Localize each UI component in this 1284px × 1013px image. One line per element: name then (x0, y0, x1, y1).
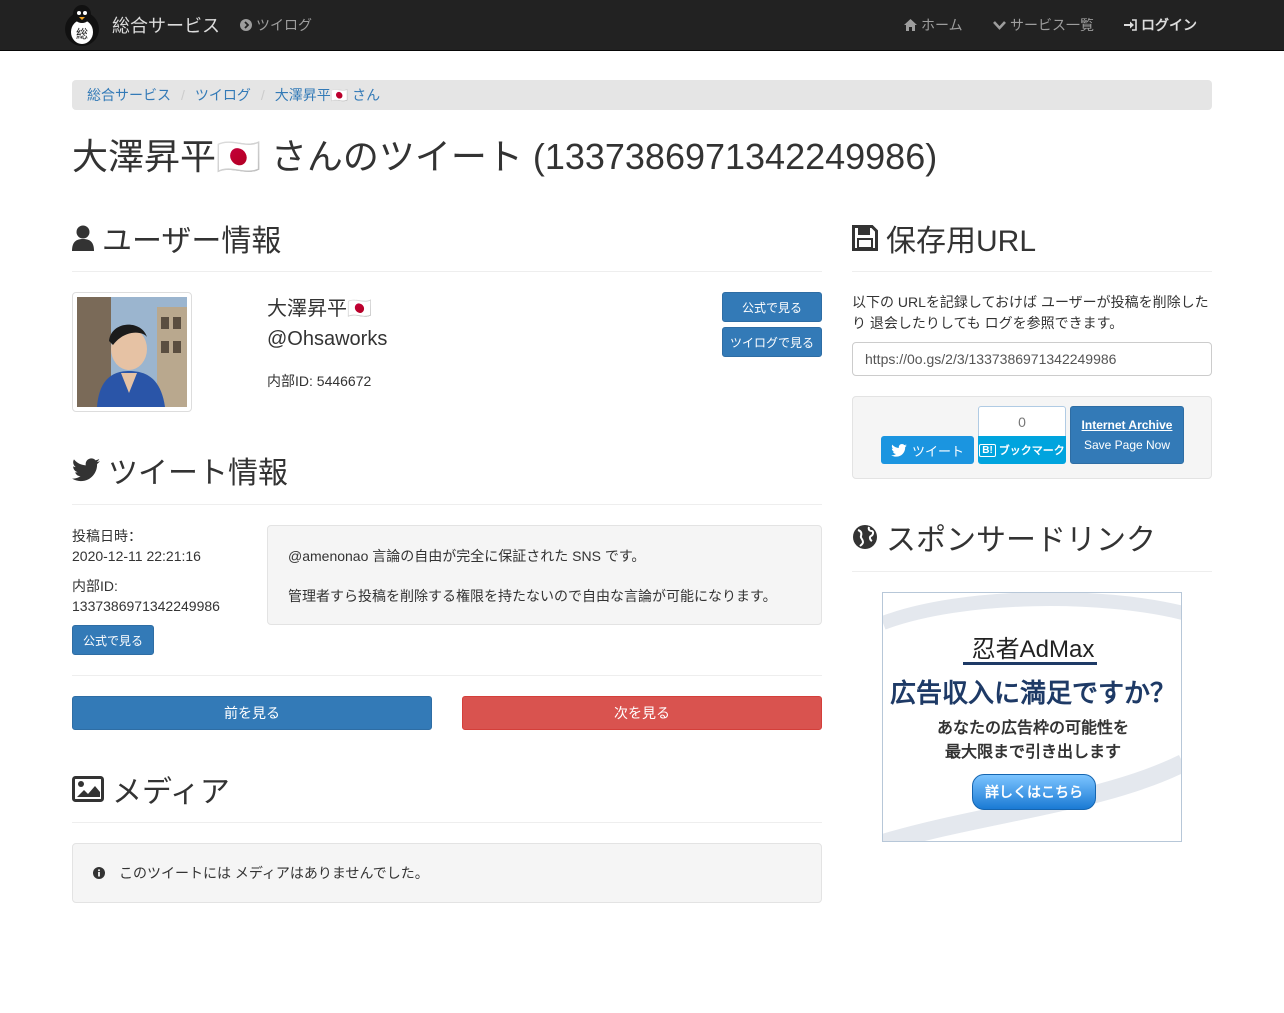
tweet-id-value: 1337386971342249986 (72, 598, 220, 614)
brand-link[interactable]: 総 総合サービス (60, 0, 220, 50)
brand-text: 総合サービス (112, 16, 220, 36)
hatena-bookmark-label: ブックマーク (998, 445, 1065, 457)
sponsor-heading: スポンサードリンク (852, 515, 1156, 559)
svg-text:総: 総 (76, 27, 88, 41)
ad-body: あなたの広告枠の可能性を 最大限まで引き出します (883, 717, 1181, 765)
tweet-info-heading-text: ツイート情報 (108, 457, 288, 490)
breadcrumb-separator: / (181, 87, 185, 103)
ad-body-line-2: 最大限まで引き出します (944, 744, 1121, 761)
posted-at-label: 投稿日時： (72, 528, 142, 544)
user-avatar (72, 292, 192, 412)
floppy-disk-icon (852, 225, 878, 251)
nav-home[interactable]: ホーム (904, 0, 963, 50)
nav-twilog[interactable]: ツイログ (240, 0, 312, 50)
save-url-heading-text: 保存用URL (886, 225, 1037, 258)
internet-archive-title: Internet Archive (1081, 418, 1173, 432)
avatar-illustration (77, 297, 187, 407)
nav-login-label: ログイン (1141, 17, 1197, 33)
ad-logo: 忍者AdMax (883, 629, 1181, 665)
save-url-input[interactable] (852, 342, 1212, 376)
breadcrumb-item-user[interactable]: 大澤昇平🇯🇵 さん (275, 85, 380, 105)
user-display-name: 大澤昇平🇯🇵 (267, 298, 372, 320)
nav-services[interactable]: サービス一覧 (993, 0, 1094, 50)
next-tweet-button[interactable]: 次を見る (462, 696, 822, 730)
tweet-share-label: ツイート (911, 443, 964, 459)
home-icon (904, 19, 917, 31)
media-heading: メディア (72, 767, 230, 811)
tweet-id-label: 内部ID: (72, 578, 118, 594)
sign-in-icon (1124, 19, 1137, 31)
divider (852, 571, 1212, 572)
save-url-heading: 保存用URL (852, 216, 1036, 260)
divider (72, 675, 822, 676)
nav-home-label: ホーム (921, 17, 963, 33)
divider (72, 271, 822, 272)
divider (852, 271, 1212, 272)
user-name-block: 大澤昇平🇯🇵 @Ohsaworks (267, 294, 387, 354)
penguin-logo-icon: 総 (65, 5, 99, 46)
tweet-info-heading: ツイート情報 (72, 448, 288, 492)
user-internal-id: 内部ID: 5446672 (267, 373, 372, 389)
twitter-bird-icon (891, 443, 907, 457)
save-url-description: 以下の URLを記録しておけば ユーザーが投稿を削除したり 退会したりしても ロ… (852, 294, 1209, 331)
tweet-share-button[interactable]: ツイート (881, 436, 974, 464)
view-official-user-button[interactable]: 公式で見る (722, 292, 822, 322)
user-info-heading-text: ユーザー情報 (102, 225, 282, 258)
tweet-text-line-2: 管理者すら投稿を削除する権限を持たないので自由な言論が可能になります。 (288, 588, 777, 604)
chevron-down-icon (993, 21, 1006, 30)
hatena-bookmark-count: 0 (978, 406, 1066, 437)
breadcrumb-item-twilog[interactable]: ツイログ (195, 85, 251, 105)
nav-login[interactable]: ログイン (1124, 0, 1197, 50)
nav-services-label: サービス一覧 (1010, 17, 1094, 33)
ad-headline: 広告収入に満足ですか？ (889, 678, 1176, 708)
internet-archive-subtitle: Save Page Now (1083, 438, 1171, 452)
nav-twilog-label: ツイログ (256, 17, 312, 33)
breadcrumb-separator: / (260, 87, 265, 103)
tweet-text-line-1: @amenonao 言論の自由が完全に保証された SNS です。 (288, 548, 646, 564)
divider (72, 822, 822, 823)
hatena-b-icon: B! (979, 443, 996, 457)
prev-tweet-button[interactable]: 前を見る (72, 696, 432, 730)
ad-logo-text: 忍者AdMax (971, 636, 1095, 663)
posted-at-block: 投稿日時： 2020-12-11 22:21:16 (72, 526, 201, 566)
user-info-heading: ユーザー情報 (72, 216, 281, 260)
view-twilog-button[interactable]: ツイログで見る (722, 327, 822, 357)
breadcrumb-item-home[interactable]: 総合サービス (87, 85, 171, 105)
chevron-circle-right-icon (240, 19, 252, 31)
no-media-notice: このツイートには メディアはありませんでした。 (72, 843, 822, 903)
tweet-id-block: 内部ID: 1337386971342249986 (72, 576, 220, 616)
info-circle-icon (93, 867, 105, 879)
twitter-icon (72, 458, 100, 482)
globe-icon (853, 525, 877, 549)
ad-body-line-1: あなたの広告枠の可能性を (936, 720, 1129, 737)
view-official-tweet-button[interactable]: 公式で見る (72, 625, 154, 655)
user-icon (72, 225, 94, 251)
internet-archive-button[interactable]: Internet Archive Save Page Now (1070, 406, 1184, 464)
user-handle: @Ohsaworks (267, 328, 388, 350)
breadcrumb: 総合サービス / ツイログ / 大澤昇平🇯🇵 さん (72, 80, 1212, 110)
hatena-bookmark-button[interactable]: B! ブックマーク (978, 436, 1066, 464)
avatar-photo (77, 297, 187, 407)
posted-at-value: 2020-12-11 22:21:16 (72, 548, 201, 564)
media-heading-text: メディア (112, 776, 230, 809)
ad-logo-underline (963, 662, 1097, 665)
ad-details-button[interactable]: 詳しくはこちら (972, 774, 1096, 810)
image-icon (72, 776, 104, 802)
sponsor-heading-text: スポンサードリンク (886, 524, 1156, 557)
tweet-body: @amenonao 言論の自由が完全に保証された SNS です。 管理者すら投稿… (267, 525, 822, 625)
divider (72, 504, 822, 505)
no-media-text: このツイートには メディアはありませんでした。 (119, 865, 429, 881)
top-navbar: 総 総合サービス ツイログ ホーム サービス一覧 ログイン (0, 0, 1284, 51)
sponsored-ad-banner[interactable]: 忍者AdMax 広告収入に満足ですか？ あなたの広告枠の可能性を 最大限まで引き… (882, 592, 1182, 842)
page-title: 大澤昇平🇯🇵 さんのツイート (1337386971342249986) (72, 136, 938, 177)
